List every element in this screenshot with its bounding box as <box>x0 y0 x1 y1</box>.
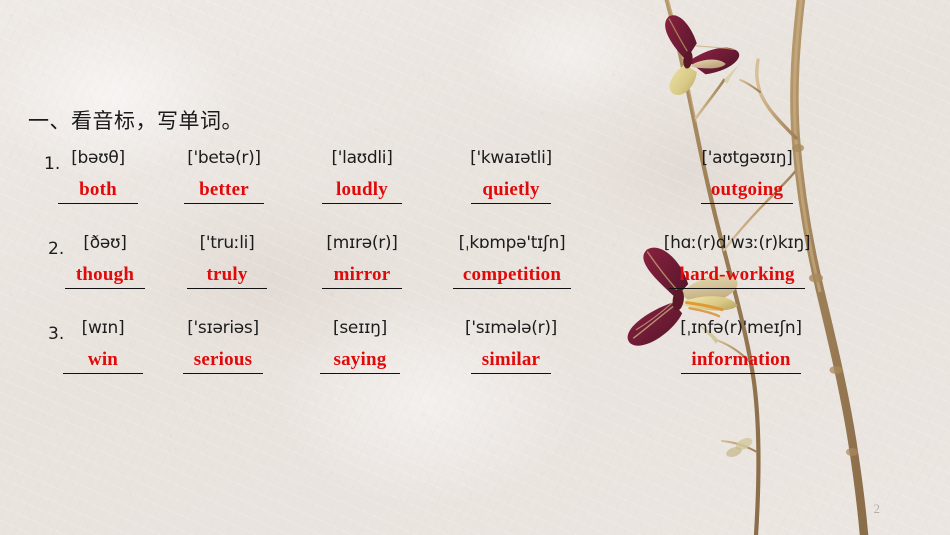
exercise-item: [ðəʊ] though <box>46 231 164 289</box>
answer-word: better <box>199 179 249 200</box>
answer-word: serious <box>193 349 253 370</box>
answer-blank[interactable]: quietly <box>471 179 551 204</box>
answer-word: hard-working <box>679 264 795 285</box>
exercise-item: ['sɪəriəs] serious <box>160 316 286 374</box>
exercise-item: [seɪɪŋ] saying <box>300 316 420 374</box>
answer-blank[interactable]: better <box>184 179 264 204</box>
answer-blank[interactable]: information <box>681 349 801 374</box>
exercise-item: [hɑː(r)d'wɜː(r)kɪŋ] hard-working <box>632 231 842 289</box>
exercise-item: ['kwaɪətli] quietly <box>440 146 582 204</box>
answer-word: truly <box>206 264 248 285</box>
answer-blank[interactable]: saying <box>320 349 400 374</box>
phonetic-transcription: ['kwaɪətli] <box>470 148 552 168</box>
phonetic-transcription: [seɪɪŋ] <box>333 318 387 338</box>
exercise-item: [bəʊθ] both <box>42 146 154 204</box>
exercise-row: 3. [wɪn] win ['sɪəriəs] serious [seɪɪŋ] … <box>0 316 950 400</box>
exercise-item: ['laʊdli] loudly <box>300 146 424 204</box>
exercise-row: 2. [ðəʊ] though ['truːli] truly [mɪrə(r)… <box>0 231 950 315</box>
exercise-item: ['betə(r)] better <box>160 146 288 204</box>
phonetic-transcription: ['sɪəriəs] <box>187 318 259 338</box>
exercise-item: ['sɪmələ(r)] similar <box>438 316 584 374</box>
exercise-row: 1. [bəʊθ] both ['betə(r)] better ['laʊdl… <box>0 146 950 230</box>
answer-word: loudly <box>336 179 388 200</box>
answer-word: outgoing <box>710 179 784 200</box>
answer-word: saying <box>333 349 387 370</box>
answer-word: though <box>75 264 135 285</box>
phonetic-transcription: [wɪn] <box>81 318 125 338</box>
answer-blank[interactable]: serious <box>183 349 263 374</box>
exercise-item: ['truːli] truly <box>166 231 288 289</box>
phonetic-transcription: ['aʊtgəʊɪŋ] <box>701 148 793 168</box>
phonetic-transcription: [mɪrə(r)] <box>326 233 398 253</box>
answer-blank[interactable]: win <box>63 349 143 374</box>
phonetic-transcription: ['sɪmələ(r)] <box>465 318 557 338</box>
phonetic-transcription: [ðəʊ] <box>83 233 127 253</box>
phonetic-transcription: ['betə(r)] <box>187 148 261 168</box>
exercise-item: [mɪrə(r)] mirror <box>298 231 426 289</box>
answer-blank[interactable]: hard-working <box>669 264 805 289</box>
phonetic-transcription: ['truːli] <box>199 233 255 253</box>
answer-blank[interactable]: loudly <box>322 179 402 204</box>
answer-word: competition <box>462 264 562 285</box>
answer-word: both <box>79 179 117 200</box>
answer-blank[interactable]: though <box>65 264 145 289</box>
exercise-item: [wɪn] win <box>46 316 160 374</box>
exercise-item: [ˌɪnfə(r)'meɪʃn] information <box>638 316 844 374</box>
slide-content: 一、看音标，写单词。 1. [bəʊθ] both ['betə(r)] bet… <box>0 0 950 535</box>
answer-blank[interactable]: similar <box>471 349 551 374</box>
page-title: 一、看音标，写单词。 <box>28 109 243 133</box>
phonetic-transcription: ['laʊdli] <box>331 148 393 168</box>
phonetic-transcription: [ˌkɒmpə'tɪʃn] <box>458 233 566 253</box>
answer-word: mirror <box>333 264 391 285</box>
answer-blank[interactable]: truly <box>187 264 267 289</box>
phonetic-transcription: [ˌɪnfə(r)'meɪʃn] <box>680 318 802 338</box>
answer-blank[interactable]: competition <box>452 264 572 289</box>
answer-blank[interactable]: both <box>58 179 138 204</box>
exercise-item: [ˌkɒmpə'tɪʃn] competition <box>432 231 592 289</box>
answer-blank[interactable]: outgoing <box>700 179 794 204</box>
answer-word: win <box>87 349 119 370</box>
answer-word: similar <box>481 349 541 370</box>
answer-blank[interactable]: mirror <box>322 264 402 289</box>
phonetic-transcription: [hɑː(r)d'wɜː(r)kɪŋ] <box>663 233 811 253</box>
answer-word: quietly <box>482 179 540 200</box>
page-number: 2 <box>873 501 881 516</box>
exercise-item: ['aʊtgəʊɪŋ] outgoing <box>660 146 834 204</box>
slide-canvas: 一、看音标，写单词。 1. [bəʊθ] both ['betə(r)] bet… <box>0 0 950 535</box>
answer-word: information <box>691 349 791 370</box>
phonetic-transcription: [bəʊθ] <box>71 148 125 168</box>
